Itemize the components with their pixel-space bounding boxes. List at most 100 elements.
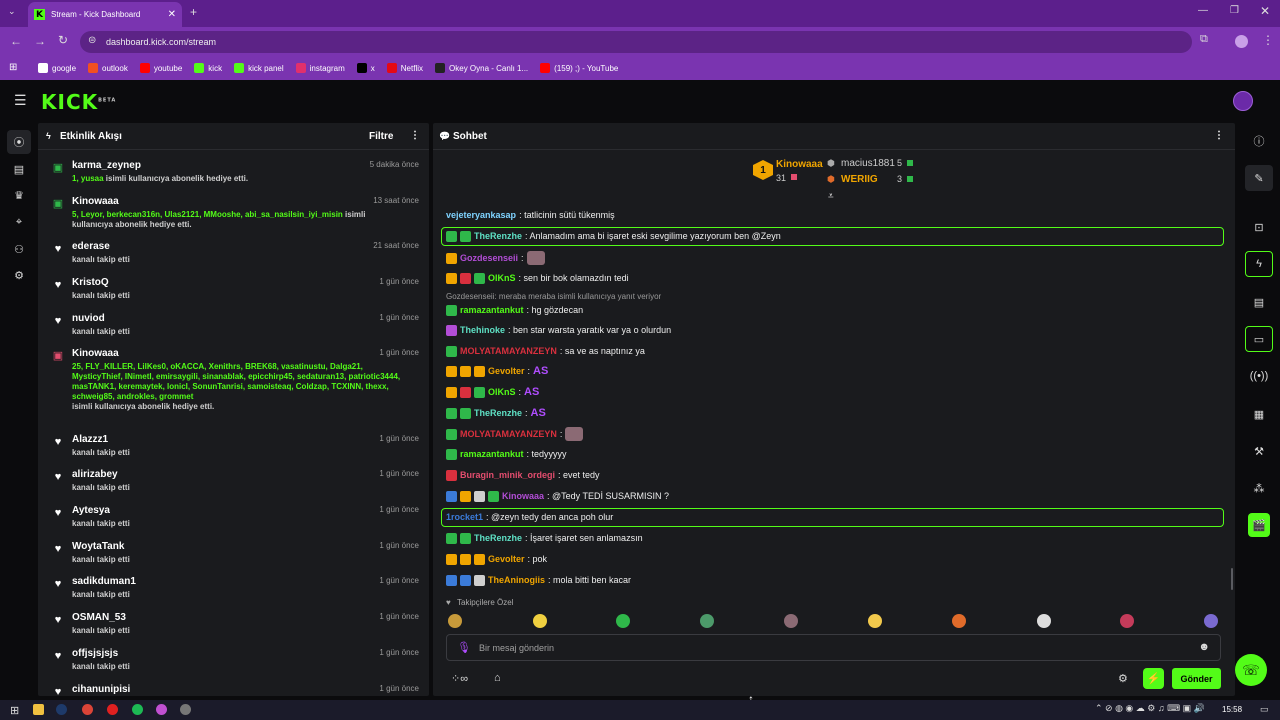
event-username[interactable]: karma_zeynep <box>72 160 141 171</box>
document-icon[interactable]: ▤ <box>1252 295 1266 309</box>
chat-message[interactable]: vejeteryankasap: tatlicinin sütü tükenmi… <box>446 208 615 222</box>
chat-message[interactable]: OlKnS: sen bir bok olamazdın tedi <box>446 271 629 285</box>
site-info-icon[interactable]: ⊜ <box>88 35 96 46</box>
chat-username[interactable]: ramazantankut <box>460 449 524 459</box>
collapse-leaderboard-icon[interactable]: ⩡ <box>828 191 834 202</box>
extensions-icon[interactable]: ⧉ <box>1200 33 1208 46</box>
edit-icon[interactable]: ✎ <box>1252 171 1266 185</box>
bookmark-item[interactable]: youtube <box>139 63 182 73</box>
chat-message[interactable]: TheRenzhe: AS <box>446 406 546 420</box>
chat-message[interactable]: 1rocket1: @zeyn tedy den anca poh olur <box>446 510 613 524</box>
chat-username[interactable]: MOLYATAMAYANZEYN <box>460 429 557 439</box>
profile-avatar[interactable] <box>1235 35 1248 48</box>
trophy-icon[interactable]: ♛ <box>12 188 26 202</box>
chat-username[interactable]: TheRenzhe <box>474 408 522 418</box>
chat-username[interactable]: Gevolter <box>488 554 525 564</box>
address-bar[interactable]: ⊜ dashboard.kick.com/stream <box>80 31 1192 53</box>
chat-message[interactable]: MOLYATAMAYANZEYN: <box>446 427 584 441</box>
third-gifter-name[interactable]: WERIIG <box>841 174 878 185</box>
chat-message[interactable]: Gevolter: pok <box>446 552 547 566</box>
chat-username[interactable]: OlKnS <box>488 273 516 283</box>
emote-icon[interactable] <box>868 614 882 628</box>
chat-settings-icon[interactable]: ⚙ <box>1118 672 1128 685</box>
chat-message[interactable]: Thehinoke: ben star warsta yaratık var y… <box>446 323 671 337</box>
apps-grid-icon[interactable]: ⊞ <box>9 62 17 73</box>
emote-icon[interactable] <box>448 614 462 628</box>
event-username[interactable]: Kinowaaa <box>72 348 119 359</box>
event-username[interactable]: Alazzz1 <box>72 434 108 445</box>
community-icon[interactable]: ⚇ <box>12 242 26 256</box>
steam-icon[interactable] <box>56 704 67 715</box>
chat-message[interactable]: Buragin_minik_ordegi: evet tedy <box>446 468 600 482</box>
chat-username[interactable]: TheRenzhe <box>474 533 522 543</box>
spotify-icon[interactable] <box>132 704 143 715</box>
reply-context[interactable]: Gozdesenseii: meraba meraba isimli kulla… <box>446 292 661 301</box>
bookmark-item[interactable]: kick panel <box>234 63 284 73</box>
event-username[interactable]: Kinowaaa <box>72 196 119 207</box>
chat-message[interactable]: ramazantankut: hg gözdecan <box>446 303 583 317</box>
close-window-icon[interactable]: ✕ <box>1260 4 1270 18</box>
windows-start-icon[interactable]: ⊞ <box>10 704 19 717</box>
emote-icon[interactable] <box>533 614 547 628</box>
chat-username[interactable]: Gozdesenseii <box>460 253 518 263</box>
chat-username[interactable]: MOLYATAMAYANZEYN <box>460 346 557 356</box>
kickbot-icon[interactable]: ⚡ <box>1143 668 1164 689</box>
chat-message[interactable]: Kinowaaa: @Tedy TEDİ SUSARMISIN ? <box>446 489 669 503</box>
emote-icon[interactable] <box>1204 614 1218 628</box>
emote-icon[interactable] <box>616 614 630 628</box>
clips-icon[interactable]: ⌖ <box>12 215 26 229</box>
chat-username[interactable]: vejeteryankasap <box>446 210 516 220</box>
minimize-icon[interactable]: — <box>1198 5 1208 16</box>
close-tab-icon[interactable]: ✕ <box>168 9 176 20</box>
tab-search-icon[interactable]: ⌄ <box>8 6 16 17</box>
browser-tab[interactable]: K Stream - Kick Dashboard ✕ <box>28 2 182 27</box>
live-icon[interactable]: ((•)) <box>1250 369 1269 383</box>
chat-username[interactable]: TheRenzhe <box>474 231 522 241</box>
back-icon[interactable]: ← <box>10 34 22 48</box>
emote-icon[interactable] <box>1037 614 1051 628</box>
chat-username[interactable]: 1rocket1 <box>446 512 483 522</box>
chat-message[interactable]: ramazantankut: tedyyyyy <box>446 447 567 461</box>
new-tab-icon[interactable]: + <box>190 5 197 19</box>
chrome-icon[interactable] <box>82 704 93 715</box>
chrome-profile-icon[interactable] <box>156 704 167 715</box>
kick-logo[interactable]: KICKBETA <box>41 90 116 114</box>
broadcast-icon[interactable]: ⦿ <box>12 135 26 149</box>
emoji-icon[interactable]: ☻ <box>1198 641 1210 653</box>
screen-icon[interactable]: ⊡ <box>1252 220 1266 234</box>
filter-button[interactable]: Filtre <box>369 131 393 142</box>
chat-message[interactable]: MOLYATAMAYANZEYN: sa ve as naptınız ya <box>446 344 645 358</box>
event-username[interactable]: sadikduman1 <box>72 576 136 587</box>
settings-icon[interactable]: ⚙ <box>12 268 26 282</box>
chat-message[interactable]: OlKnS: AS <box>446 385 539 399</box>
dashboard-icon[interactable]: ▤ <box>12 162 26 176</box>
chat-message[interactable]: TheAninogiis: mola bitti ben kacar <box>446 573 631 587</box>
event-username[interactable]: KristoQ <box>72 277 109 288</box>
notifications-icon[interactable]: ▭ <box>1260 704 1269 715</box>
bookmark-item[interactable]: google <box>38 63 76 73</box>
event-username[interactable]: OSMAN_53 <box>72 612 126 623</box>
microphone-icon[interactable]: 🎙 <box>457 641 471 654</box>
tray-icons[interactable]: ⌃ ⊘ ◍ ◉ ☁ ⚙ ♫ ⌨ ▣ 🔊 <box>1095 703 1205 714</box>
clapper-icon[interactable]: 🎬 <box>1248 513 1270 537</box>
emote-icon[interactable] <box>952 614 966 628</box>
top-gifter-name[interactable]: Kinowaaa <box>776 159 823 170</box>
chat-username[interactable]: Gevolter <box>488 366 525 376</box>
chat-message[interactable]: Gozdesenseii: <box>446 251 545 265</box>
activity-menu-icon[interactable]: ⋮ <box>410 130 420 141</box>
user-avatar[interactable] <box>1233 91 1253 111</box>
emote-icon[interactable] <box>700 614 714 628</box>
layers-icon[interactable]: ▦ <box>1252 407 1266 421</box>
restore-icon[interactable]: ❐ <box>1230 5 1239 16</box>
chat-input[interactable]: 🎙 Bir mesaj gönderin ☻ <box>446 634 1221 661</box>
chat-username[interactable]: Kinowaaa <box>502 491 544 501</box>
hamburger-menu-icon[interactable]: ☰ <box>14 92 27 109</box>
kick-points-icon[interactable]: ⁘∞ <box>451 672 468 685</box>
chat-message[interactable]: TheRenzhe: Anlamadım ama bi işaret eski … <box>446 229 781 243</box>
info-icon[interactable]: ⓘ <box>1252 134 1266 148</box>
forward-icon[interactable]: → <box>34 34 46 48</box>
send-button[interactable]: Gönder <box>1172 668 1221 689</box>
chat-icon[interactable]: ▭ <box>1252 332 1266 346</box>
bookmark-item[interactable]: kick <box>194 63 222 73</box>
bolt-icon[interactable]: ϟ <box>1252 257 1266 271</box>
